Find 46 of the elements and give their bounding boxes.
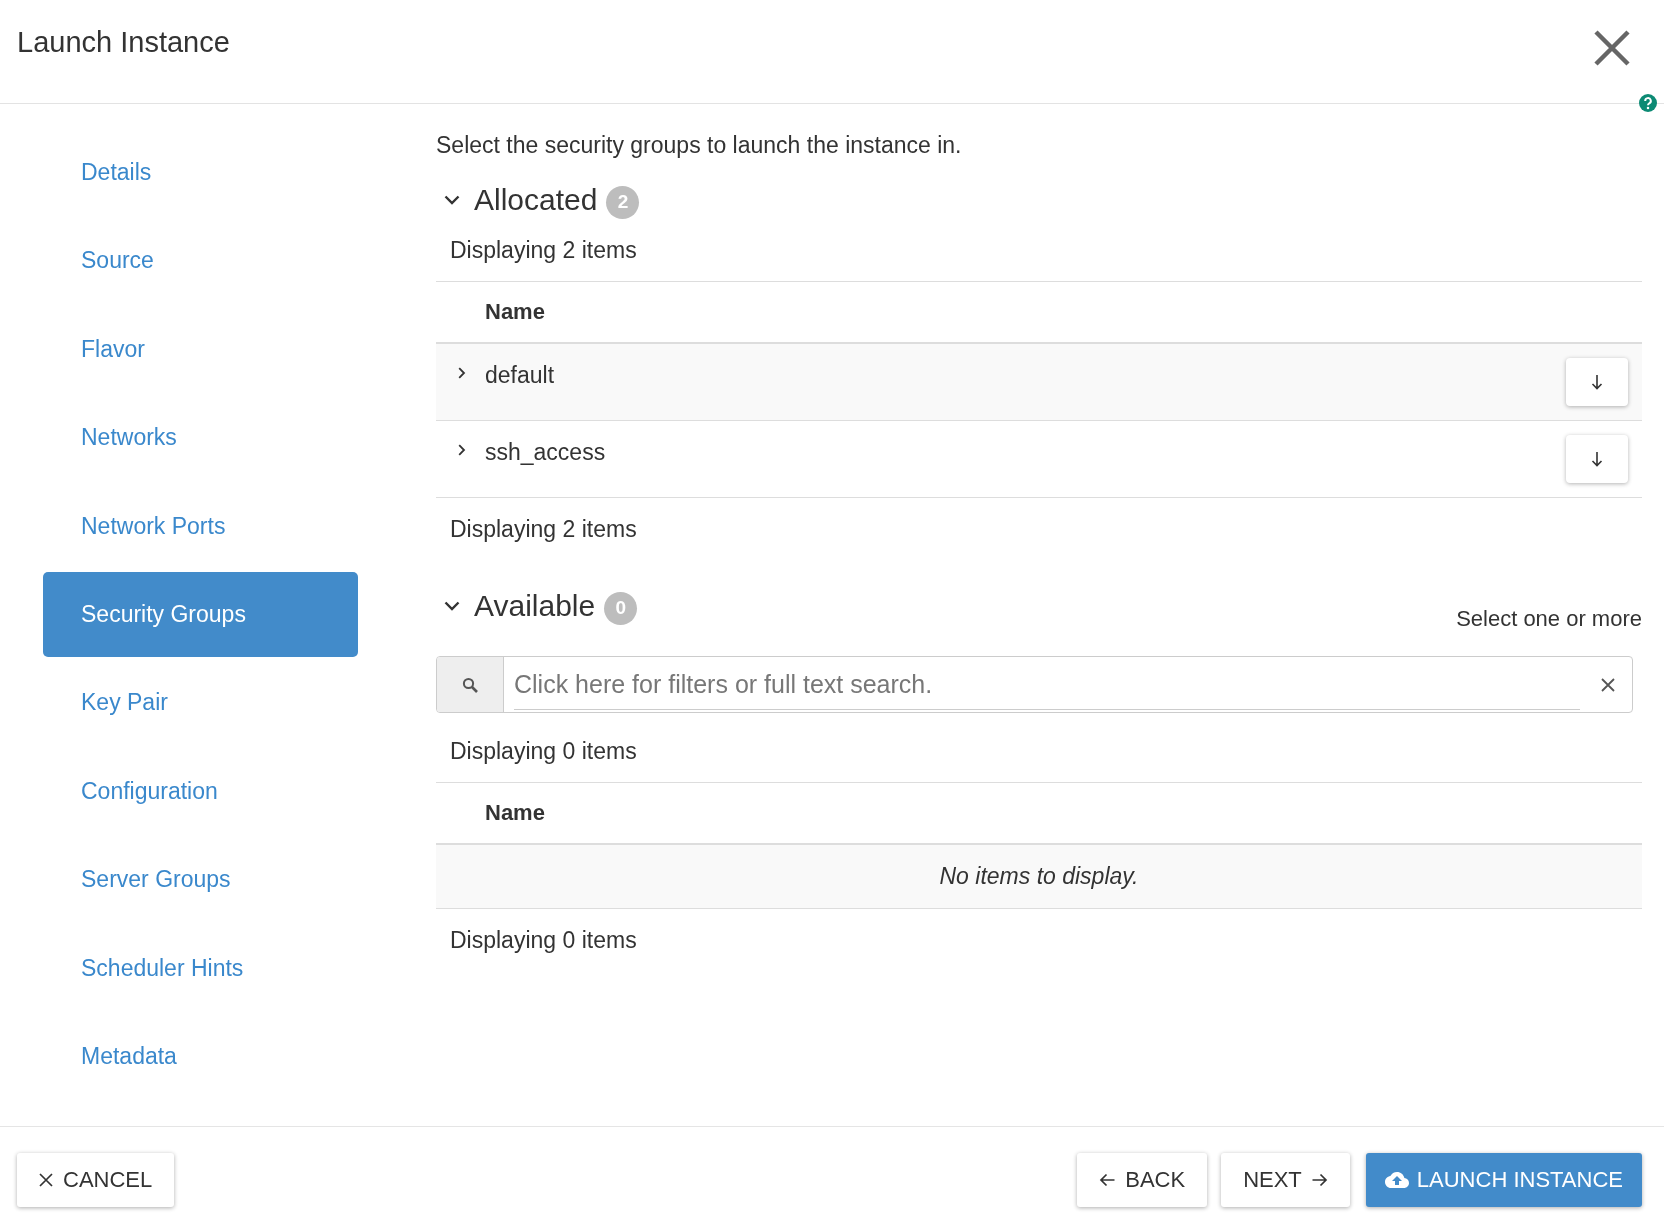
close-icon <box>39 1173 53 1187</box>
arrow-down-icon <box>1591 374 1603 390</box>
chevron-icon[interactable] <box>444 601 460 611</box>
sidebar-item[interactable]: Networks <box>43 395 358 481</box>
arrow-down-icon <box>1591 451 1603 467</box>
chevron-icon[interactable] <box>458 444 466 456</box>
sidebar-item[interactable]: Metadata <box>43 1013 358 1099</box>
chevron-icon[interactable] <box>458 367 466 379</box>
cloud-upload-icon <box>1384 1172 1409 1188</box>
sidebar-item[interactable]: Server Groups <box>43 837 358 923</box>
item-count: Displaying 0 items <box>450 738 637 765</box>
item-count: Displaying 2 items <box>450 237 637 264</box>
arrow-left-icon <box>1099 1173 1116 1187</box>
dialog-title: Launch Instance <box>17 25 230 60</box>
section-title: Available <box>474 588 596 624</box>
sidebar-item[interactable]: Configuration <box>43 748 358 834</box>
sidebar-item[interactable]: Security Groups <box>43 571 358 657</box>
cancel-button[interactable]: CANCEL <box>17 1153 175 1207</box>
empty-message: No items to display. <box>939 863 1139 890</box>
sidebar-item[interactable]: Scheduler Hints <box>43 925 358 1011</box>
next-button[interactable]: NEXT <box>1221 1153 1350 1207</box>
item-count: Displaying 0 items <box>450 926 637 954</box>
count-badge: 0 <box>604 591 638 625</box>
sidebar-item[interactable]: Source <box>43 218 358 304</box>
column-header: Name <box>485 800 545 826</box>
item-count: Displaying 2 items <box>450 515 637 543</box>
arrow-right-icon <box>1311 1173 1328 1187</box>
launch-instance-button[interactable]: LAUNCH INSTANCE <box>1365 1153 1642 1207</box>
help-icon[interactable] <box>1639 94 1657 112</box>
sidebar-item[interactable]: Flavor <box>43 306 358 392</box>
search-field[interactable]: Click here for filters or full text search. <box>436 656 1633 713</box>
search-icon <box>462 676 478 693</box>
hint-text: Select one or more <box>1456 605 1642 633</box>
column-header: Name <box>485 299 545 325</box>
close-icon[interactable] <box>1594 30 1630 66</box>
back-button[interactable]: BACK <box>1077 1153 1208 1207</box>
table-cell-text: ssh_access <box>485 438 606 467</box>
sidebar-item[interactable]: Network Ports <box>43 483 358 569</box>
clear-icon[interactable] <box>1601 677 1615 692</box>
sidebar-item[interactable]: Key Pair <box>43 660 358 746</box>
section-title: Allocated <box>474 182 598 218</box>
sidebar-item[interactable]: Details <box>43 130 358 215</box>
table-cell-text: default <box>485 361 555 390</box>
count-badge: 2 <box>606 185 640 219</box>
chevron-icon[interactable] <box>444 195 460 205</box>
instructions-text: Select the security groups to launch the instance in. <box>436 131 963 160</box>
